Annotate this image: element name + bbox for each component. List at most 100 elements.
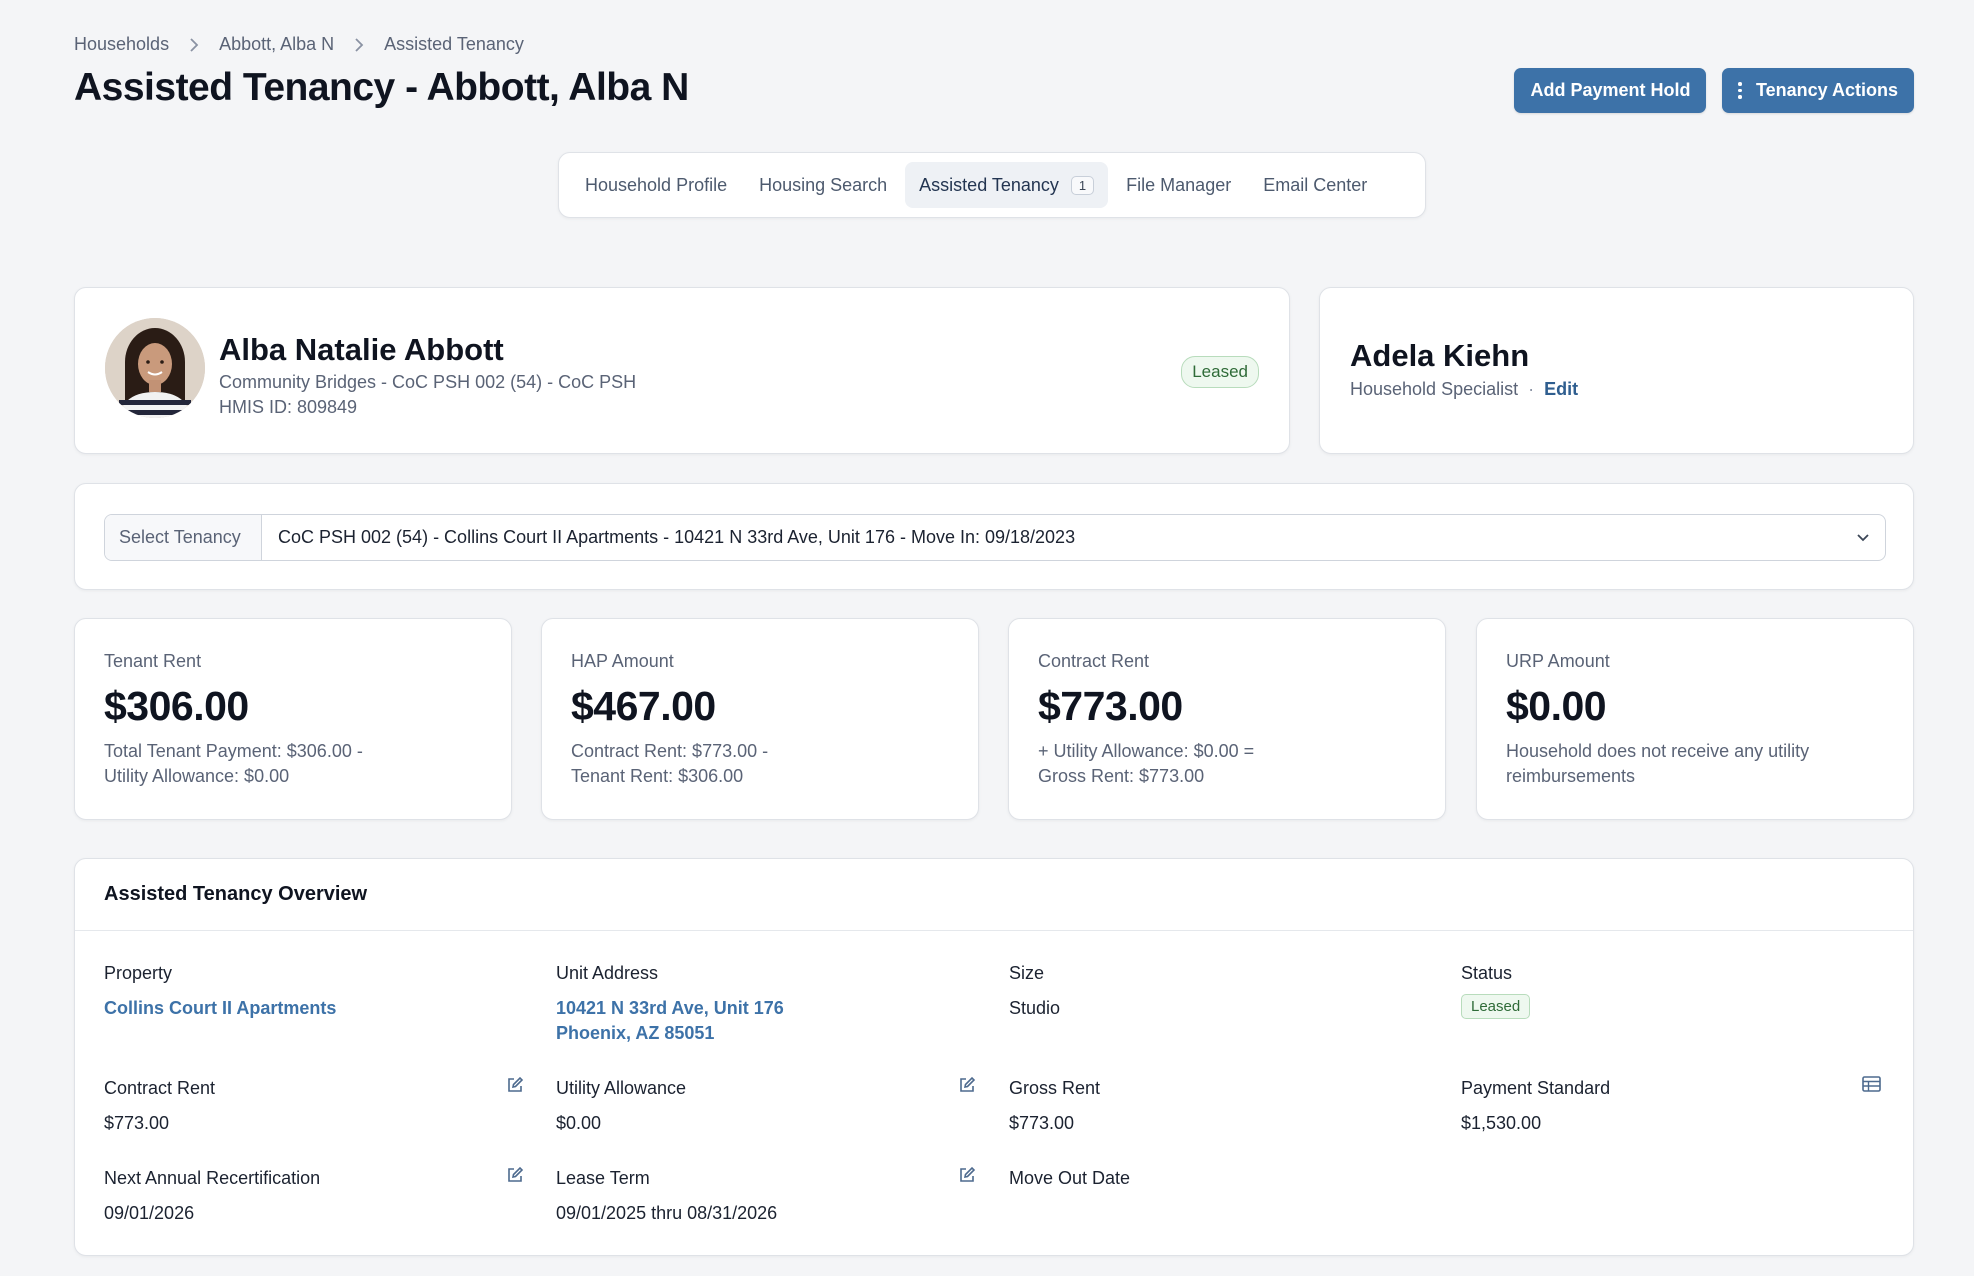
add-payment-hold-label: Add Payment Hold [1530, 80, 1691, 100]
edit-icon[interactable] [958, 1166, 976, 1189]
chevron-right-icon [354, 37, 364, 52]
select-tenancy-card: Select Tenancy CoC PSH 002 (54) - Collin… [74, 483, 1914, 590]
stat-desc-line: Contract Rent: $773.00 - [571, 741, 769, 761]
tab-email-center[interactable]: Email Center [1249, 162, 1381, 208]
field-status: Status Leased [1461, 963, 1881, 1019]
field-label: Utility Allowance [556, 1078, 687, 1098]
household-profile-card: Alba Natalie Abbott Community Bridges - … [74, 287, 1290, 454]
kebab-menu-icon [1738, 82, 1742, 99]
select-tenancy-value: CoC PSH 002 (54) - Collins Court II Apar… [278, 527, 1076, 547]
stat-label: HAP Amount [571, 651, 674, 671]
tab-household-profile[interactable]: Household Profile [571, 162, 741, 208]
field-label: Contract Rent [104, 1078, 216, 1098]
status-badge: Leased [1461, 994, 1531, 1019]
field-label: Lease Term [556, 1168, 650, 1188]
select-tenancy-group: Select Tenancy CoC PSH 002 (54) - Collin… [104, 514, 1886, 561]
stat-desc-line: Gross Rent: $773.00 [1038, 766, 1205, 786]
stat-desc-line: + Utility Allowance: $0.00 = [1038, 741, 1255, 761]
property-link[interactable]: Collins Court II Apartments [104, 996, 524, 1021]
tab-housing-search[interactable]: Housing Search [745, 162, 901, 208]
field-value: $773.00 [104, 1113, 170, 1133]
stat-label: Contract Rent [1038, 651, 1150, 671]
field-value: 09/01/2025 thru 08/31/2026 [556, 1203, 778, 1223]
stat-card-contract-rent: Contract Rent $773.00 + Utility Allowanc… [1008, 618, 1446, 820]
field-unit-address: Unit Address 10421 N 33rd Ave, Unit 176 … [556, 963, 976, 1046]
tab-label: Household Profile [585, 174, 728, 195]
field-value: $1,530.00 [1461, 1113, 1542, 1133]
tenancy-actions-label: Tenancy Actions [1755, 80, 1898, 100]
chevron-down-icon [1855, 529, 1871, 550]
header-actions: Add Payment Hold Tenancy Actions [1514, 68, 1914, 113]
specialist-name: Adela Kiehn [1350, 338, 1530, 373]
specialist-role-row: Household Specialist · Edit [1350, 379, 1578, 400]
edit-icon[interactable] [506, 1166, 524, 1189]
stat-card-urp-amount: URP Amount $0.00 Household does not rece… [1476, 618, 1914, 820]
field-move-out-date: Move Out Date [1009, 1168, 1429, 1201]
stat-desc-line: Household does not receive any utility [1506, 741, 1810, 761]
separator: · [1528, 379, 1535, 399]
breadcrumb-household-link[interactable]: Abbott, Alba N [219, 34, 334, 55]
stat-desc-line: Tenant Rent: $306.00 [571, 766, 744, 786]
field-value: $773.00 [1009, 1113, 1075, 1133]
table-icon[interactable] [1862, 1076, 1881, 1097]
tab-count-badge: 1 [1070, 175, 1095, 195]
field-size: Size Studio [1009, 963, 1429, 1021]
edit-specialist-link[interactable]: Edit [1544, 379, 1578, 400]
stat-description: + Utility Allowance: $0.00 = Gross Rent:… [1038, 739, 1398, 789]
field-value: Studio [1009, 998, 1061, 1018]
field-label: Status [1461, 963, 1513, 983]
stat-description: Contract Rent: $773.00 - Tenant Rent: $3… [571, 739, 931, 789]
tab-label: File Manager [1126, 174, 1232, 195]
tab-label: Assisted Tenancy [919, 174, 1059, 195]
stat-description: Total Tenant Payment: $306.00 - Utility … [104, 739, 464, 789]
field-value: 09/01/2026 [104, 1203, 195, 1223]
stat-value: $0.00 [1506, 683, 1607, 729]
field-payment-standard: Payment Standard $1,530.00 [1461, 1076, 1881, 1136]
tenancy-actions-button[interactable]: Tenancy Actions [1722, 68, 1914, 113]
select-tenancy-dropdown[interactable]: CoC PSH 002 (54) - Collins Court II Apar… [262, 515, 1885, 560]
status-badge: Leased [1181, 356, 1259, 388]
stat-value: $306.00 [104, 683, 249, 729]
stat-value: $467.00 [571, 683, 716, 729]
stat-value: $773.00 [1038, 683, 1183, 729]
page-title: Assisted Tenancy - Abbott, Alba N [74, 66, 689, 109]
household-program: Community Bridges - CoC PSH 002 (54) - C… [219, 372, 637, 392]
specialist-card: Adela Kiehn Household Specialist · Edit [1319, 287, 1914, 454]
field-value: $0.00 [556, 1113, 602, 1133]
field-label: Property [104, 963, 173, 983]
field-contract-rent: Contract Rent $773.00 [104, 1076, 524, 1136]
stat-card-hap-amount: HAP Amount $467.00 Contract Rent: $773.0… [541, 618, 979, 820]
select-tenancy-label: Select Tenancy [105, 515, 262, 560]
tab-assisted-tenancy[interactable]: Assisted Tenancy 1 [905, 162, 1109, 208]
chevron-right-icon [189, 37, 199, 52]
field-label: Gross Rent [1009, 1078, 1101, 1098]
breadcrumb-current: Assisted Tenancy [384, 34, 524, 54]
breadcrumb: Households Abbott, Alba N Assisted Tenan… [74, 34, 524, 55]
edit-icon[interactable] [506, 1076, 524, 1099]
specialist-role: Household Specialist [1350, 379, 1519, 399]
overview-title: Assisted Tenancy Overview [75, 859, 1913, 931]
field-next-recertification: Next Annual Recertification 09/01/2026 [104, 1166, 524, 1226]
tab-label: Housing Search [759, 174, 888, 195]
avatar [105, 318, 205, 418]
tab-file-manager[interactable]: File Manager [1112, 162, 1245, 208]
tab-bar: Household Profile Housing Search Assiste… [558, 152, 1426, 218]
stat-label: URP Amount [1506, 651, 1610, 671]
field-label: Next Annual Recertification [104, 1168, 321, 1188]
add-payment-hold-button[interactable]: Add Payment Hold [1514, 68, 1707, 113]
address-line-1: 10421 N 33rd Ave, Unit 176 [556, 998, 784, 1018]
field-label: Payment Standard [1461, 1078, 1611, 1098]
unit-address-link[interactable]: 10421 N 33rd Ave, Unit 176 Phoenix, AZ 8… [556, 996, 976, 1046]
hmis-id: HMIS ID: 809849 [219, 397, 358, 417]
address-line-2: Phoenix, AZ 85051 [556, 1023, 715, 1043]
stat-desc-line: reimbursements [1506, 766, 1636, 786]
stat-card-tenant-rent: Tenant Rent $306.00 Total Tenant Payment… [74, 618, 512, 820]
edit-icon[interactable] [958, 1076, 976, 1099]
breadcrumb-households-link[interactable]: Households [74, 34, 169, 55]
field-utility-allowance: Utility Allowance $0.00 [556, 1076, 976, 1136]
assisted-tenancy-overview: Assisted Tenancy Overview Property Colli… [74, 858, 1914, 1256]
field-gross-rent: Gross Rent $773.00 [1009, 1078, 1429, 1136]
stat-desc-line: Total Tenant Payment: $306.00 - [104, 741, 363, 761]
field-label: Size [1009, 963, 1045, 983]
field-property: Property Collins Court II Apartments [104, 963, 524, 1021]
